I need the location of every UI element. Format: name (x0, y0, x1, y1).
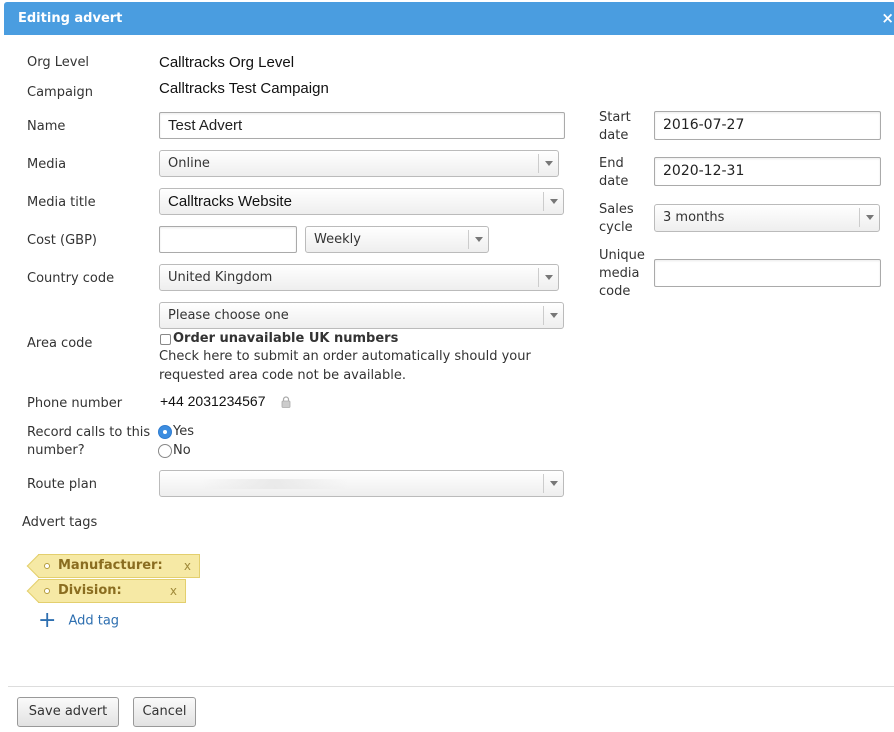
cost-input[interactable] (159, 226, 297, 253)
name-input[interactable]: Test Advert (159, 112, 565, 139)
lock-icon (281, 396, 291, 408)
media-select[interactable]: Online (159, 150, 559, 177)
org-level-label: Org Level (27, 55, 90, 70)
record-calls-yes-radio[interactable] (158, 425, 172, 439)
order-unavailable-label: Order unavailable UK numbers (173, 331, 399, 346)
cost-label: Cost (GBP) (27, 233, 98, 248)
route-plan-select[interactable] (159, 470, 564, 497)
advert-tags-label: Advert tags (22, 515, 98, 530)
chevron-down-icon (538, 268, 558, 287)
phone-number-label: Phone number (27, 396, 123, 411)
name-label: Name (27, 119, 66, 134)
start-date-label-line2: date (599, 128, 629, 143)
start-date-input[interactable]: 2016-07-27 (654, 111, 881, 140)
remove-tag-icon[interactable]: x (170, 580, 177, 602)
campaign-label: Campaign (27, 85, 94, 100)
tag-hole-icon (44, 588, 50, 594)
org-level-value: Calltracks Org Level (159, 54, 295, 71)
remove-tag-icon[interactable]: x (184, 555, 191, 577)
media-title-label: Media title (27, 195, 96, 210)
unique-media-code-label-line3: code (599, 284, 631, 299)
media-title-select[interactable]: Calltracks Website (159, 188, 564, 215)
dialog-title: Editing advert (18, 11, 123, 26)
end-date-label-line2: date (599, 174, 629, 189)
area-code-help-line2: requested area code not be available. (159, 368, 407, 383)
chevron-down-icon (538, 154, 558, 173)
route-plan-label: Route plan (27, 477, 97, 492)
footer-divider (8, 686, 894, 687)
area-code-select[interactable]: Please choose one (159, 302, 564, 329)
unique-media-code-input[interactable] (654, 259, 881, 287)
end-date-input[interactable]: 2020-12-31 (654, 157, 881, 186)
add-tag-link[interactable]: + Add tag (38, 610, 120, 632)
chevron-down-icon (468, 230, 488, 249)
media-title-select-value: Calltracks Website (168, 193, 292, 210)
chevron-down-icon (543, 192, 563, 211)
media-label: Media (27, 157, 67, 172)
add-tag-label: Add tag (68, 613, 120, 629)
tag-label: Manufacturer: (58, 558, 163, 573)
sales-cycle-label-line2: cycle (599, 220, 633, 235)
sales-cycle-select[interactable]: 3 months (654, 204, 880, 232)
tag-label: Division: (58, 583, 122, 598)
area-code-value: Please choose one (168, 308, 289, 323)
close-icon[interactable]: × (881, 9, 894, 27)
tag-hole-icon (44, 563, 50, 569)
cost-frequency-select[interactable]: Weekly (305, 226, 489, 253)
area-code-label: Area code (27, 336, 93, 351)
sales-cycle-label-line1: Sales (599, 202, 634, 217)
chevron-down-icon (543, 474, 563, 493)
sales-cycle-value: 3 months (663, 210, 725, 225)
tag-division: Division: x (38, 579, 186, 603)
order-unavailable-checkbox[interactable] (160, 334, 171, 345)
campaign-value: Calltracks Test Campaign (159, 80, 329, 97)
cost-frequency-value: Weekly (314, 232, 361, 247)
record-calls-label-line2: number? (27, 443, 85, 458)
chevron-down-icon (543, 306, 563, 325)
country-code-value: United Kingdom (168, 270, 273, 285)
unique-media-code-label-line1: Unique (599, 248, 645, 263)
country-code-label: Country code (27, 271, 115, 286)
record-calls-no-label: No (173, 443, 191, 458)
start-date-label-line1: Start (599, 110, 631, 125)
area-code-help-line1: Check here to submit an order automatica… (159, 349, 531, 364)
country-code-select[interactable]: United Kingdom (159, 264, 559, 291)
tag-manufacturer: Manufacturer: x (38, 554, 200, 578)
cancel-button[interactable]: Cancel (133, 697, 196, 727)
record-calls-yes-label: Yes (173, 424, 194, 439)
record-calls-no-radio[interactable] (158, 444, 172, 458)
record-calls-label-line1: Record calls to this (27, 425, 151, 440)
unique-media-code-label-line2: media (599, 266, 640, 281)
chevron-down-icon (859, 208, 879, 227)
end-date-label-line1: End (599, 156, 624, 171)
phone-number-value: +44 2031234567 (160, 393, 266, 409)
media-select-value: Online (168, 156, 210, 171)
redacted-value (200, 479, 350, 489)
save-advert-button[interactable]: Save advert (17, 697, 119, 727)
plus-icon: + (38, 608, 57, 633)
edit-advert-dialog: Editing advert × Org Level Calltracks Or… (0, 0, 894, 732)
dialog-titlebar: Editing advert × (4, 2, 894, 35)
